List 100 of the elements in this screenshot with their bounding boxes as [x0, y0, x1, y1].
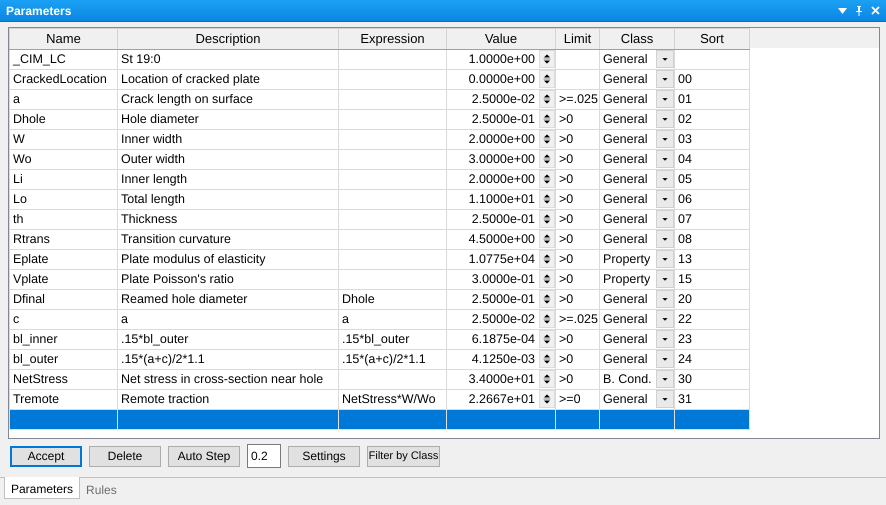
table-cell[interactable]: >=0 [556, 389, 600, 409]
spinner-icon[interactable] [539, 390, 554, 408]
table-cell[interactable]: St 19:0 [118, 49, 338, 69]
table-cell[interactable]: Property [600, 249, 674, 269]
table-cell[interactable]: bl_inner [10, 329, 118, 349]
table-cell[interactable]: 2.0000e+00 [446, 129, 556, 149]
table-cell[interactable]: 01 [674, 89, 750, 109]
column-header[interactable]: Limit [556, 28, 600, 49]
table-cell[interactable]: Li [10, 169, 118, 189]
dropdown-icon[interactable] [656, 390, 674, 408]
table-cell[interactable]: CrackedLocation [10, 69, 118, 89]
table-cell[interactable]: Net stress in cross-section near hole [118, 369, 338, 389]
spinner-icon[interactable] [539, 50, 554, 68]
table-cell[interactable]: Crack length on surface [118, 89, 338, 109]
dropdown-icon[interactable] [656, 350, 674, 368]
table-cell[interactable]: 3.4000e+01 [446, 369, 556, 389]
table-cell[interactable]: Inner length [118, 169, 338, 189]
selected-cell[interactable] [556, 409, 600, 429]
table-cell[interactable]: 2.2667e+01 [446, 389, 556, 409]
toolbar-button[interactable]: Delete [89, 446, 161, 466]
tab[interactable]: Parameters [4, 477, 80, 499]
table-cell[interactable]: Dfinal [10, 289, 118, 309]
dropdown-icon[interactable] [656, 250, 674, 268]
dropdown-icon[interactable] [656, 370, 674, 388]
table-cell[interactable]: >0 [556, 209, 600, 229]
table-cell[interactable]: 2.0000e+00 [446, 169, 556, 189]
table-cell[interactable]: 1.0775e+04 [446, 249, 556, 269]
table-cell[interactable]: >0 [556, 369, 600, 389]
table-cell[interactable]: >0 [556, 329, 600, 349]
table-cell[interactable]: 02 [674, 109, 750, 129]
table-cell[interactable]: General [600, 229, 674, 249]
toolbar-button[interactable]: Auto Step [168, 446, 240, 466]
spinner-icon[interactable] [539, 170, 554, 188]
dropdown-icon[interactable] [656, 230, 674, 248]
table-cell[interactable]: .15*(a+c)/2*1.1 [118, 349, 338, 369]
table-cell[interactable]: General [600, 349, 674, 369]
table-cell[interactable]: Reamed hole diameter [118, 289, 338, 309]
dropdown-icon[interactable] [656, 270, 674, 288]
pin-icon[interactable] [855, 6, 863, 16]
table-cell[interactable]: General [600, 129, 674, 149]
table-cell[interactable]: Plate modulus of elasticity [118, 249, 338, 269]
table-cell[interactable]: 31 [674, 389, 750, 409]
table-cell[interactable]: 4.5000e+00 [446, 229, 556, 249]
dropdown-icon[interactable] [656, 310, 674, 328]
column-header[interactable]: Expression [338, 28, 446, 49]
table-cell[interactable]: 20 [674, 289, 750, 309]
table-cell[interactable]: >0 [556, 269, 600, 289]
table-cell[interactable]: >0 [556, 149, 600, 169]
table-cell[interactable]: 22 [674, 309, 750, 329]
spinner-icon[interactable] [539, 70, 554, 88]
table-cell[interactable]: 2.5000e-01 [446, 289, 556, 309]
table-cell[interactable]: th [10, 209, 118, 229]
table-cell[interactable]: >0 [556, 169, 600, 189]
spinner-icon[interactable] [539, 350, 554, 368]
spinner-icon[interactable] [539, 370, 554, 388]
table-cell[interactable]: NetStress*W/Wo [338, 389, 446, 409]
table-cell[interactable]: General [600, 149, 674, 169]
table-cell[interactable]: NetStress [10, 369, 118, 389]
table-cell[interactable]: General [600, 69, 674, 89]
table-cell[interactable]: Thickness [118, 209, 338, 229]
table-cell[interactable]: 3.0000e+00 [446, 149, 556, 169]
spinner-icon[interactable] [539, 330, 554, 348]
table-cell[interactable]: _CIM_LC [10, 49, 118, 69]
table-cell[interactable]: c [10, 309, 118, 329]
table-cell[interactable]: Wo [10, 149, 118, 169]
spinner-icon[interactable] [539, 290, 554, 308]
toolbar-button[interactable]: Accept [10, 446, 82, 466]
toolbar-button[interactable]: Filter by Class [367, 446, 440, 466]
table-cell[interactable]: 1.0000e+00 [446, 49, 556, 69]
table-cell[interactable]: Rtrans [10, 229, 118, 249]
table-cell[interactable]: 3.0000e-01 [446, 269, 556, 289]
dropdown-icon[interactable] [656, 110, 674, 128]
table-cell[interactable]: Vplate [10, 269, 118, 289]
table-cell[interactable]: 30 [674, 369, 750, 389]
selected-cell[interactable] [446, 409, 556, 429]
table-cell[interactable]: Plate Poisson's ratio [118, 269, 338, 289]
table-cell[interactable]: General [600, 189, 674, 209]
table-cell[interactable]: 23 [674, 329, 750, 349]
selected-cell[interactable] [600, 409, 674, 429]
spinner-icon[interactable] [539, 90, 554, 108]
selected-cell[interactable] [674, 409, 750, 429]
table-cell[interactable]: 08 [674, 229, 750, 249]
table-cell[interactable]: Lo [10, 189, 118, 209]
column-header[interactable]: Description [118, 28, 338, 49]
table-cell[interactable]: >0 [556, 349, 600, 369]
spinner-icon[interactable] [539, 270, 554, 288]
table-cell[interactable]: Eplate [10, 249, 118, 269]
table-cell[interactable]: >0 [556, 109, 600, 129]
table-cell[interactable]: Total length [118, 189, 338, 209]
table-cell[interactable]: bl_outer [10, 349, 118, 369]
table-cell[interactable]: 1.1000e+01 [446, 189, 556, 209]
table-cell[interactable]: .15*(a+c)/2*1.1 [338, 349, 446, 369]
column-header[interactable]: Class [600, 28, 674, 49]
table-cell[interactable]: Location of cracked plate [118, 69, 338, 89]
table-cell[interactable]: a [118, 309, 338, 329]
tab[interactable]: Rules [80, 478, 123, 500]
table-cell[interactable]: Tremote [10, 389, 118, 409]
table-cell[interactable]: >=.025 [556, 309, 600, 329]
table-cell[interactable]: Property [600, 269, 674, 289]
table-cell[interactable]: 05 [674, 169, 750, 189]
